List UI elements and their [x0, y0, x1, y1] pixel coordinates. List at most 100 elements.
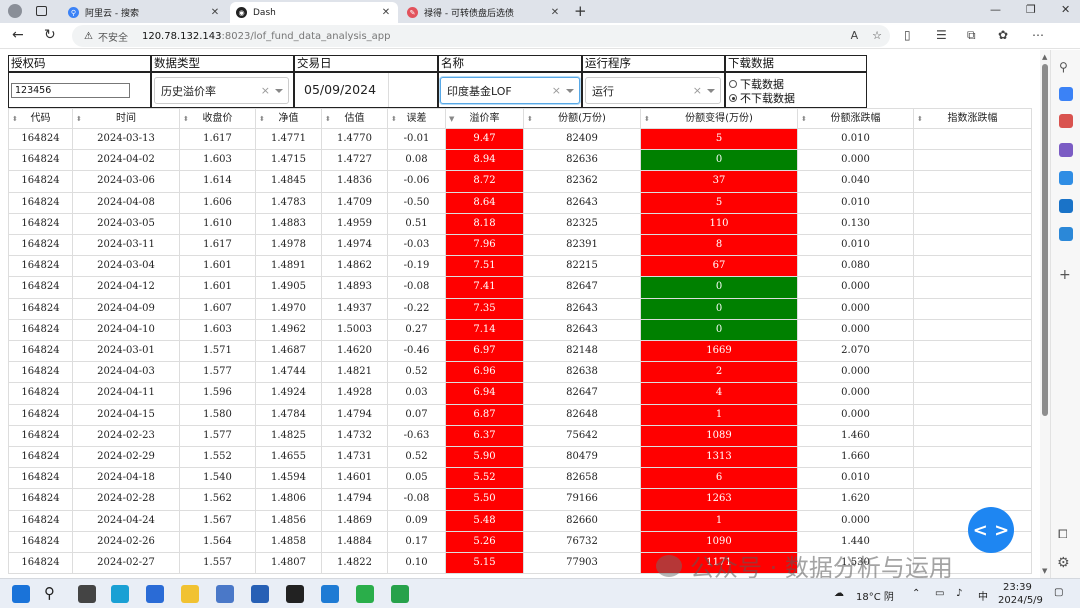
chevron-down-icon[interactable] — [566, 89, 574, 93]
games-icon[interactable] — [1059, 143, 1073, 157]
notifications-icon[interactable]: ▢ — [1054, 587, 1063, 598]
gear-icon[interactable]: ⚙ — [1057, 555, 1070, 571]
more-icon[interactable]: ⋯ — [1032, 28, 1044, 42]
sort-icon[interactable]: ▼ — [449, 109, 454, 128]
split-screen-icon[interactable]: ▯ — [904, 28, 911, 42]
sort-icon[interactable]: ⬍ — [391, 109, 397, 128]
store-icon[interactable] — [216, 585, 234, 603]
sort-icon[interactable]: ⬍ — [259, 109, 265, 128]
tab-aliyun-search[interactable]: ⚲ 阿里云 - 搜索 ✕ — [62, 2, 227, 23]
auth-code-input[interactable]: 123456 — [11, 83, 130, 98]
close-icon[interactable]: ✕ — [380, 7, 392, 18]
favorite-star-icon[interactable]: ☆ — [872, 29, 882, 42]
close-icon[interactable]: ✕ — [209, 7, 221, 18]
column-header-time[interactable]: ⬍ 时间 — [73, 108, 180, 129]
data-type-dropdown[interactable]: 历史溢价率 × — [154, 77, 289, 104]
column-header-premium[interactable]: ▼ 溢价率 — [446, 108, 524, 129]
column-header-shares[interactable]: ⬍ 份额(万份) — [524, 108, 641, 129]
copilot-icon[interactable] — [1059, 171, 1073, 185]
close-icon[interactable]: ✕ — [549, 7, 561, 18]
weather-icon[interactable]: ☁ — [834, 588, 844, 599]
edge-icon[interactable] — [111, 585, 129, 603]
window-close-icon[interactable]: ✕ — [1061, 3, 1070, 16]
scroll-down-icon[interactable]: ▼ — [1042, 567, 1047, 575]
url-field[interactable]: ⚠ 不安全 120.78.132.143 :8023/lof_fund_data… — [72, 25, 890, 47]
sort-icon[interactable]: ⬍ — [12, 109, 18, 128]
clear-icon[interactable]: × — [693, 84, 702, 97]
terminal-icon[interactable] — [286, 585, 304, 603]
maximize-icon[interactable]: ❐ — [1026, 3, 1036, 16]
back-icon[interactable]: ← — [12, 27, 24, 43]
extension-icon[interactable]: ✿ — [998, 28, 1008, 42]
favorites-icon[interactable]: ☰ — [936, 28, 947, 42]
column-header-estimate[interactable]: ⬍ 估值 — [322, 108, 388, 129]
column-header-code[interactable]: ⬍ 代码 — [8, 108, 73, 129]
clock-time[interactable]: 23:39 — [1003, 582, 1032, 593]
navigation-fab[interactable]: < > — [968, 507, 1014, 553]
sort-icon[interactable]: ⬍ — [76, 109, 82, 128]
clock-date[interactable]: 2024/5/9 — [998, 595, 1043, 606]
wechat-app-icon[interactable] — [356, 585, 374, 603]
radio-icon[interactable] — [729, 80, 737, 88]
profile-icon[interactable] — [8, 4, 22, 18]
input-language[interactable]: 中 — [978, 588, 988, 603]
download-radio-no[interactable]: 不下载数据 — [729, 90, 795, 106]
outlook-icon[interactable] — [1059, 199, 1073, 213]
add-icon[interactable]: + — [1059, 267, 1073, 283]
table-cell-error: -0.03 — [388, 235, 446, 257]
search-icon[interactable]: ⚲ — [1059, 60, 1073, 74]
feedback-icon[interactable]: ⧠ — [1058, 527, 1068, 542]
clear-icon[interactable]: × — [261, 84, 270, 97]
page-scrollbar[interactable]: ▲ ▼ — [1040, 50, 1050, 578]
tab-lude[interactable]: ✎ 禄得 - 可转债盘后选债 ✕ — [401, 2, 567, 23]
radio-checked-icon[interactable] — [729, 94, 737, 102]
app-green-icon[interactable] — [391, 585, 409, 603]
column-header-error[interactable]: ⬍ 误差 — [388, 108, 446, 129]
column-header-close[interactable]: ⬍ 收盘价 — [180, 108, 256, 129]
clear-icon[interactable]: × — [552, 84, 561, 97]
tab-actions-icon[interactable] — [36, 6, 47, 16]
mail-icon[interactable] — [146, 585, 164, 603]
column-header-nav[interactable]: ⬍ 净值 — [256, 108, 322, 129]
table-cell-time: 2024-04-18 — [73, 468, 180, 490]
search-icon[interactable]: ⚲ — [44, 584, 55, 602]
chevron-down-icon[interactable] — [707, 89, 715, 93]
sort-icon[interactable]: ⬍ — [527, 109, 533, 128]
app-m-icon[interactable] — [251, 585, 269, 603]
task-view-icon[interactable] — [78, 585, 96, 603]
weather-text[interactable]: 18°C 阴 — [856, 588, 894, 603]
chevron-down-icon[interactable] — [275, 89, 283, 93]
shopping-icon[interactable] — [1059, 87, 1073, 101]
explorer-icon[interactable] — [181, 585, 199, 603]
trade-date-label: 交易日 — [294, 55, 438, 72]
tab-bar: ⚲ 阿里云 - 搜索 ✕ ◉ Dash ✕ ✎ 禄得 - 可转债盘后选债 ✕ +… — [0, 0, 1080, 23]
speaker-icon[interactable]: ♪ — [956, 588, 962, 599]
new-tab-button[interactable]: + — [574, 2, 587, 20]
sort-icon[interactable]: ⬍ — [183, 109, 189, 128]
column-header-label: 误差 — [406, 113, 427, 124]
tray-expand-icon[interactable]: ⌃ — [912, 588, 920, 599]
start-icon[interactable] — [12, 585, 30, 603]
drop-icon[interactable] — [1059, 227, 1073, 241]
column-header-share-pct[interactable]: ⬍ 份额涨跌幅 — [798, 108, 914, 129]
scroll-up-icon[interactable]: ▲ — [1042, 53, 1047, 61]
tools-icon[interactable] — [1059, 114, 1073, 128]
table-cell-nav: 1.4715 — [256, 150, 322, 172]
column-header-index-pct[interactable]: ⬍ 指数涨跌幅 — [914, 108, 1032, 129]
battery-icon[interactable]: ▭ — [935, 588, 944, 599]
minimize-icon[interactable]: — — [990, 3, 1001, 16]
sort-icon[interactable]: ⬍ — [801, 109, 807, 128]
refresh-icon[interactable]: ↻ — [44, 27, 56, 43]
sort-icon[interactable]: ⬍ — [325, 109, 331, 128]
scrollbar-thumb[interactable] — [1042, 64, 1048, 416]
collections-icon[interactable]: ⧉ — [967, 28, 976, 43]
tab-dash[interactable]: ◉ Dash ✕ — [230, 2, 398, 23]
fund-name-dropdown[interactable]: 印度基金LOF × — [440, 77, 580, 104]
vscode-icon[interactable] — [321, 585, 339, 603]
program-dropdown[interactable]: 运行 × — [585, 77, 721, 104]
trade-date-input[interactable]: 05/09/2024 — [304, 82, 376, 97]
sort-icon[interactable]: ⬍ — [644, 109, 650, 128]
sort-icon[interactable]: ⬍ — [917, 109, 923, 128]
column-header-share-change[interactable]: ⬍ 份额变得(万份) — [641, 108, 798, 129]
read-aloud-icon[interactable]: A — [851, 29, 859, 42]
